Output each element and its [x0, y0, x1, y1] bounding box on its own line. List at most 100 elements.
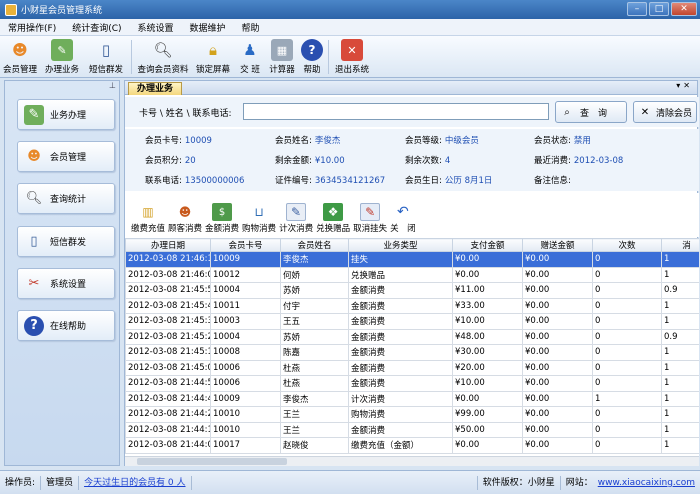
- maximize-icon[interactable]: □: [649, 2, 669, 16]
- search-row: 卡号 \ 姓名 \ 联系电话: ⌕ 查 询 ✕ 清除会员: [125, 97, 699, 127]
- table-row[interactable]: 2012-03-08 21:45:06 10006 杜燕 金额消费 ¥20.00 ¥0.0…: [125, 359, 699, 376]
- count-icon: ✎: [286, 203, 307, 221]
- sidebar-item-settings[interactable]: ✂ 系统设置: [17, 268, 115, 299]
- col-date[interactable]: 办理日期: [125, 238, 211, 252]
- toolbar-sms-button[interactable]: ▯ 短信群发: [84, 36, 128, 76]
- toolbar-lock-button[interactable]: 🔒︎ 锁定屏幕: [191, 36, 235, 76]
- close-arrow-icon: ↶: [396, 204, 409, 220]
- sidebar-item-help[interactable]: ? 在线帮助: [17, 310, 115, 341]
- col-times[interactable]: 次数: [592, 238, 662, 252]
- menu-common[interactable]: 常用操作(F): [0, 21, 64, 34]
- table-row[interactable]: 2012-03-08 21:45:51 10004 苏娇 金额消费 ¥11.00 ¥0.0…: [125, 282, 699, 299]
- col-type[interactable]: 业务类型: [348, 238, 453, 252]
- search-input[interactable]: [243, 103, 549, 120]
- menu-stats[interactable]: 统计查询(C): [64, 21, 129, 34]
- table-row[interactable]: 2012-03-08 21:44:01 10017 赵晓俊 缴费充值（金额） ¥0.00…: [125, 437, 699, 454]
- table-row[interactable]: 2012-03-08 21:45:18 10008 陈嘉 金额消费 ¥30.00 ¥0.0…: [125, 344, 699, 361]
- table-row[interactable]: 2012-03-08 21:46:17 10009 李俊杰 挂失 ¥0.00 ¥0.00 0…: [125, 251, 699, 268]
- table-row[interactable]: 2012-03-08 21:44:25 10010 王兰 购物消费 ¥99.00 ¥0.0…: [125, 406, 699, 423]
- table-cell: 2012-03-08 21:44:25: [125, 406, 211, 423]
- balance-field: 剩余金额: ¥10.00: [275, 156, 345, 166]
- basket-icon: ⊔: [254, 205, 264, 219]
- table-cell: 0: [592, 251, 662, 268]
- toolbar-member-button[interactable]: ☻ 会员管理: [0, 36, 40, 76]
- col-discount[interactable]: 消: [661, 238, 699, 252]
- customer-consume-button[interactable]: ☻ 顾客消费: [168, 193, 202, 237]
- amount-consume-button[interactable]: $ 金额消费: [205, 193, 239, 237]
- menu-settings[interactable]: 系统设置: [130, 21, 182, 34]
- table-row[interactable]: 2012-03-08 21:45:44 10011 付宇 金额消费 ¥33.00 ¥0.0…: [125, 297, 699, 314]
- toolbar-shift-button[interactable]: ♟ 交 班: [235, 36, 265, 76]
- magnifier-icon: 🔍︎: [153, 41, 173, 59]
- table-cell: 10004: [210, 282, 281, 299]
- table-cell: 李俊杰: [280, 390, 349, 407]
- money-icon: $: [212, 203, 233, 221]
- tab-controls[interactable]: ▾✕: [676, 81, 693, 90]
- shopping-consume-button[interactable]: ⊔ 购物消费: [242, 193, 276, 237]
- tab-business[interactable]: 办理业务: [128, 82, 183, 95]
- table-row[interactable]: 2012-03-08 21:45:27 10004 苏娇 金额消费 ¥48.00 ¥0.0…: [125, 328, 699, 345]
- table-cell: ¥0.00: [452, 251, 523, 268]
- window-title: 小财星会员管理系统: [21, 6, 103, 16]
- scrollbar-thumb[interactable]: [137, 458, 287, 465]
- table-cell: 1: [661, 359, 699, 376]
- close-icon: ✕: [640, 106, 650, 118]
- menu-help[interactable]: 帮助: [234, 21, 268, 34]
- close-button[interactable]: ↶ 关 闭: [390, 193, 416, 237]
- table-cell: 2012-03-08 21:46:05: [125, 266, 211, 283]
- toolbar-help-button[interactable]: ? 帮助: [299, 36, 325, 76]
- gift-exchange-button[interactable]: ❖ 兑换赠品: [316, 193, 350, 237]
- table-cell: 购物消费: [348, 406, 453, 423]
- table-cell: ¥0.00: [522, 297, 593, 314]
- sidebar-item-query[interactable]: 🔍︎ 查询统计: [17, 183, 115, 214]
- sidebar-item-sms[interactable]: ▯ 短信群发: [17, 226, 115, 257]
- search-label: 卡号 \ 姓名 \ 联系电话:: [139, 109, 232, 119]
- count-consume-button[interactable]: ✎ 计次消费: [279, 193, 313, 237]
- col-pay[interactable]: 支付金额: [452, 238, 523, 252]
- sidebar-item-member[interactable]: ☻ 会员管理: [17, 141, 115, 172]
- table-row[interactable]: 2012-03-08 21:44:58 10006 杜燕 金额消费 ¥10.00 ¥0.0…: [125, 375, 699, 392]
- toolbar-separator: [328, 40, 329, 74]
- table-cell: ¥0.00: [522, 390, 593, 407]
- toolbar-calculator-button[interactable]: ▦ 计算器: [265, 36, 299, 76]
- table-cell: 10010: [210, 406, 281, 423]
- close-icon[interactable]: ✕: [671, 2, 697, 16]
- table-cell: 0: [592, 328, 662, 345]
- table-row[interactable]: 2012-03-08 21:45:36 10003 王五 金额消费 ¥10.00 ¥0.0…: [125, 313, 699, 330]
- toolbar-business-button[interactable]: ✎ 办理业务: [40, 36, 84, 76]
- clear-member-button[interactable]: ✕ 清除会员: [633, 101, 697, 123]
- tab-strip: 办理业务 ▾✕: [125, 81, 697, 95]
- table-cell: 2012-03-08 21:44:58: [125, 375, 211, 392]
- table-cell: ¥0.00: [452, 266, 523, 283]
- cancel-loss-button[interactable]: ✎ 取消挂失: [353, 193, 387, 237]
- site-link[interactable]: www.xiaocaixing.com: [593, 476, 700, 490]
- app-icon: [5, 3, 17, 16]
- table-cell: ¥0.00: [522, 328, 593, 345]
- birthday-link[interactable]: 今天过生日的会员有 0 人: [79, 475, 192, 490]
- pin-icon[interactable]: ⊥: [109, 81, 116, 90]
- member-icon: ☻: [12, 41, 28, 59]
- table-cell: ¥33.00: [452, 297, 523, 314]
- table-cell: ¥0.00: [522, 251, 593, 268]
- col-gift[interactable]: 赠送金额: [522, 238, 593, 252]
- minimize-icon[interactable]: –: [627, 2, 647, 16]
- query-button[interactable]: ⌕ 查 询: [555, 101, 627, 123]
- table-row[interactable]: 2012-03-08 21:46:05 10012 何娇 兑换赠品 ¥0.00 ¥0.00…: [125, 266, 699, 283]
- magnifier-icon: 🔍︎: [25, 191, 43, 206]
- table-cell: ¥0.00: [522, 437, 593, 454]
- toolbar-exit-button[interactable]: ✕ 退出系统: [332, 36, 372, 76]
- sidebar-item-business[interactable]: ✎ 业务办理: [17, 99, 115, 130]
- recharge-button[interactable]: ▥ 缴费充值: [131, 193, 165, 237]
- card-no-field: 会员卡号: 10009: [145, 136, 212, 146]
- table-row[interactable]: 2012-03-08 21:44:41 10009 李俊杰 计次消费 ¥0.00 ¥0.0…: [125, 390, 699, 407]
- table-row[interactable]: 2012-03-08 21:44:11 10010 王兰 金额消费 ¥50.00 ¥0.0…: [125, 421, 699, 438]
- toolbar-query-button[interactable]: 🔍︎ 查询会员资料: [135, 36, 191, 76]
- recharge-icon: ▥: [142, 205, 154, 219]
- col-card-no[interactable]: 会员卡号: [210, 238, 281, 252]
- phone-field: 联系电话: 13500000006: [145, 176, 245, 186]
- menu-data[interactable]: 数据维护: [182, 21, 234, 34]
- horizontal-scrollbar[interactable]: [125, 456, 699, 466]
- table-cell: 0.9: [661, 328, 699, 345]
- customer-icon: ☻: [178, 205, 192, 219]
- col-name[interactable]: 会员姓名: [280, 238, 349, 252]
